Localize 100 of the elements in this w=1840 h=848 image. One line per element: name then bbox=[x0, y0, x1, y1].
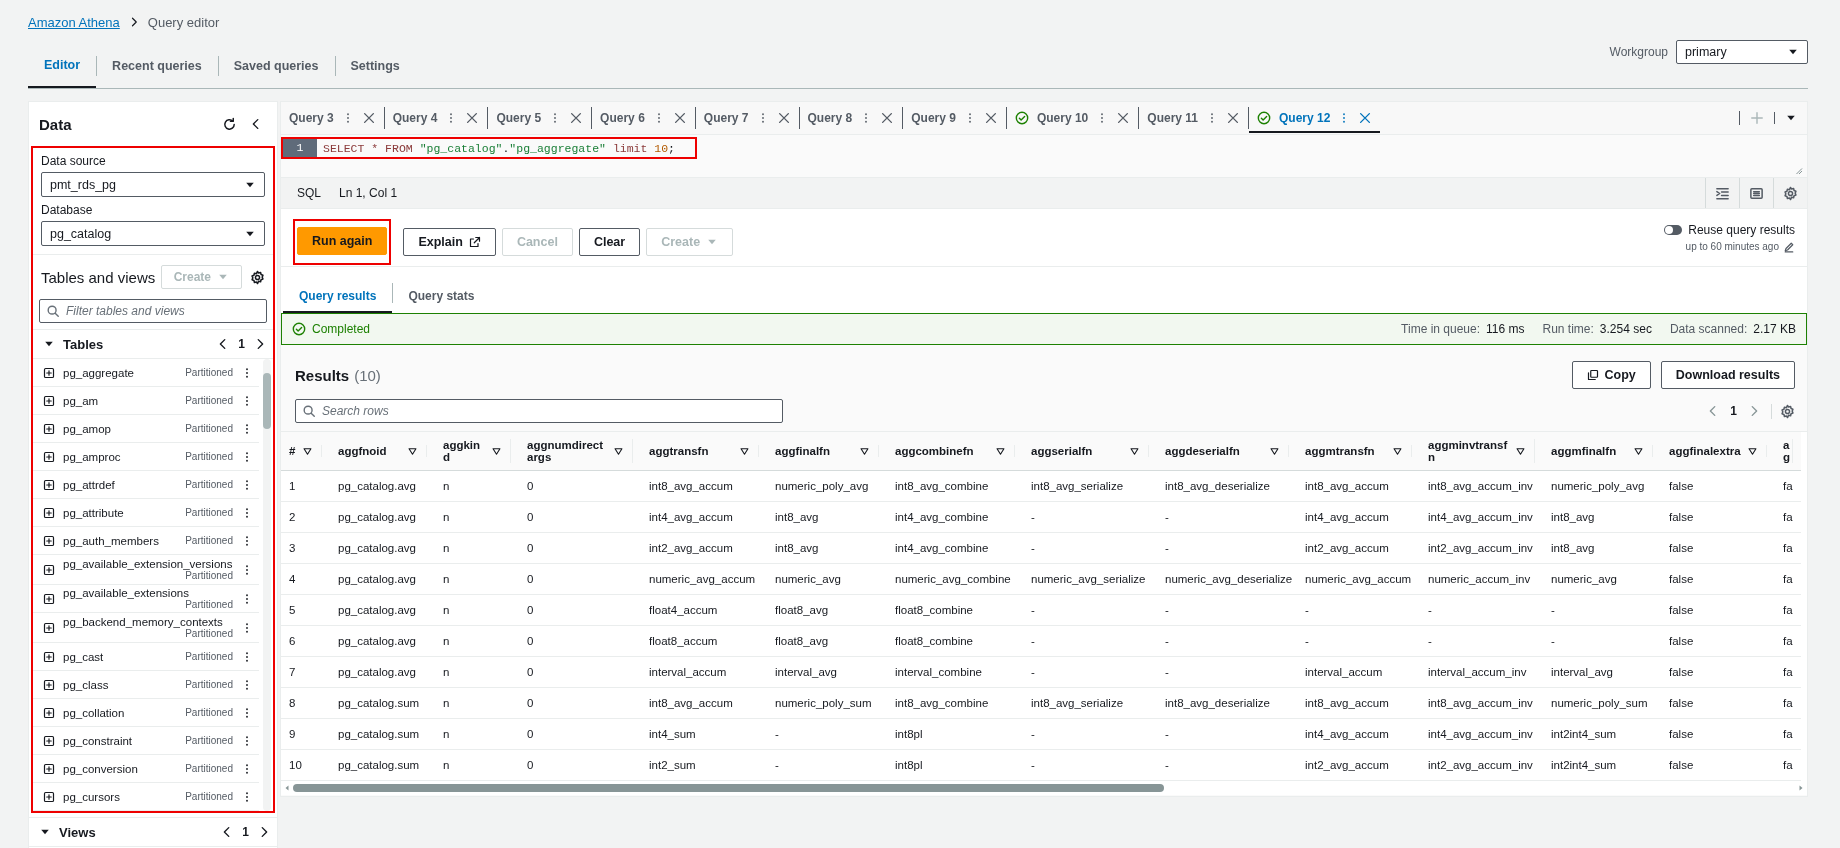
expand-icon[interactable] bbox=[43, 506, 55, 519]
workgroup-select[interactable]: primary bbox=[1676, 40, 1808, 64]
page-tab[interactable]: Settings bbox=[334, 44, 416, 88]
filter-icon[interactable] bbox=[613, 445, 624, 457]
table-name[interactable]: pg_attribute bbox=[63, 506, 124, 519]
edit-icon[interactable] bbox=[1783, 240, 1795, 253]
table-name[interactable]: pg_constraint bbox=[63, 734, 133, 747]
expand-icon[interactable] bbox=[43, 734, 55, 747]
keyboard-icon[interactable] bbox=[1749, 185, 1764, 201]
close-icon[interactable] bbox=[1358, 111, 1373, 125]
close-icon[interactable] bbox=[880, 111, 895, 125]
table-name[interactable]: pg_attrdef bbox=[63, 478, 115, 491]
copy-button[interactable]: Copy bbox=[1571, 361, 1651, 389]
query-tab[interactable]: Query 8 bbox=[799, 107, 904, 129]
table-name[interactable]: pg_backend_memory_contexts bbox=[63, 616, 223, 628]
page-tab[interactable]: Saved queries bbox=[217, 44, 335, 88]
column-header[interactable]: aggcombinefn bbox=[895, 445, 974, 457]
query-tab[interactable]: Query 9 bbox=[903, 107, 1007, 129]
expand-icon[interactable] bbox=[43, 366, 55, 379]
indent-icon[interactable] bbox=[1715, 185, 1730, 201]
column-header[interactable]: aggserialfn bbox=[1031, 445, 1093, 457]
table-name[interactable]: pg_class bbox=[63, 678, 109, 691]
query-tab[interactable]: Query 4 bbox=[384, 107, 489, 129]
close-icon[interactable] bbox=[1116, 111, 1131, 125]
column-header[interactable]: aggdeserialfn bbox=[1165, 445, 1240, 457]
close-icon[interactable] bbox=[672, 111, 687, 125]
settings-icon[interactable] bbox=[1780, 403, 1795, 419]
expand-icon[interactable] bbox=[43, 790, 55, 803]
table-name[interactable]: pg_cast bbox=[63, 650, 104, 663]
column-header[interactable]: aggfinalfn bbox=[775, 445, 830, 457]
filter-icon[interactable] bbox=[995, 445, 1006, 457]
expand-icon[interactable] bbox=[43, 678, 55, 691]
query-tab[interactable]: Query 7 bbox=[695, 107, 800, 129]
close-icon[interactable] bbox=[361, 111, 376, 125]
table-name[interactable]: pg_cursors bbox=[63, 790, 120, 803]
scrollbar[interactable] bbox=[263, 359, 271, 811]
filter-icon[interactable] bbox=[1515, 445, 1526, 457]
table-name[interactable]: pg_available_extension_versions bbox=[63, 558, 233, 570]
expand-icon[interactable] bbox=[43, 621, 55, 634]
filter-icon[interactable] bbox=[859, 445, 870, 457]
download-button[interactable]: Download results bbox=[1660, 361, 1795, 389]
code-editor[interactable]: 1 SELECT * FROM "pg_catalog"."pg_aggregate" limit 10; bbox=[281, 135, 1807, 178]
close-icon[interactable] bbox=[983, 111, 998, 125]
settings-icon[interactable] bbox=[250, 269, 265, 285]
run-button[interactable]: Run again bbox=[297, 226, 388, 255]
query-tab[interactable]: Query 12 bbox=[1249, 103, 1381, 133]
page-tab[interactable]: Recent queries bbox=[96, 44, 218, 88]
expand-icon[interactable] bbox=[43, 450, 55, 463]
data-source-select[interactable]: pmt_rds_pg bbox=[41, 172, 265, 197]
table-name[interactable]: pg_am bbox=[63, 394, 99, 407]
expand-icon[interactable] bbox=[43, 394, 55, 407]
query-tab[interactable]: Query 10 bbox=[1006, 107, 1140, 129]
filter-icon[interactable] bbox=[491, 445, 502, 457]
action-button[interactable]: Clear bbox=[578, 227, 641, 256]
breadcrumb-link[interactable]: Amazon Athena bbox=[28, 14, 120, 30]
column-header[interactable]: aggmtransfn bbox=[1305, 445, 1375, 457]
filter-icon[interactable] bbox=[1269, 445, 1280, 457]
column-header[interactable]: ag bbox=[1783, 439, 1790, 463]
table-name[interactable]: pg_collation bbox=[63, 706, 125, 719]
column-header[interactable]: aggfinalextra bbox=[1669, 445, 1741, 457]
filter-icon[interactable] bbox=[1129, 445, 1140, 457]
column-header[interactable]: aggmfinalfn bbox=[1551, 445, 1617, 457]
search-field[interactable]: Search rows bbox=[295, 399, 783, 423]
expand-icon[interactable] bbox=[43, 534, 55, 547]
database-select[interactable]: pg_catalog bbox=[41, 221, 265, 246]
filter-icon[interactable] bbox=[1633, 445, 1644, 457]
table-name[interactable]: pg_available_extensions bbox=[63, 587, 189, 599]
views-header[interactable]: Views 1 bbox=[29, 817, 277, 847]
refresh-icon[interactable] bbox=[222, 116, 237, 132]
filter-icon[interactable] bbox=[1392, 445, 1403, 457]
expand-icon[interactable] bbox=[43, 422, 55, 435]
filter-icon[interactable] bbox=[739, 445, 750, 457]
table-name[interactable]: pg_amop bbox=[63, 422, 111, 435]
filter-icon[interactable] bbox=[302, 445, 313, 457]
column-header[interactable]: aggtransfn bbox=[649, 445, 709, 457]
table-name[interactable]: pg_auth_members bbox=[63, 534, 159, 547]
expand-icon[interactable] bbox=[43, 592, 55, 605]
query-tab[interactable]: Query 3 bbox=[281, 107, 385, 129]
expand-icon[interactable] bbox=[43, 762, 55, 775]
table-name[interactable]: pg_amproc bbox=[63, 450, 121, 463]
filter-icon[interactable] bbox=[407, 445, 418, 457]
expand-icon[interactable] bbox=[43, 706, 55, 719]
tables-header[interactable]: Tables 1 bbox=[33, 329, 273, 359]
column-header[interactable]: # bbox=[289, 445, 296, 457]
results-tab[interactable]: Query results bbox=[283, 279, 393, 313]
close-icon[interactable] bbox=[465, 111, 480, 125]
filter-icon[interactable] bbox=[1747, 445, 1758, 457]
query-tab[interactable]: Query 11 bbox=[1139, 107, 1249, 129]
page-tab[interactable]: Editor bbox=[28, 44, 97, 88]
expand-icon[interactable] bbox=[43, 563, 55, 576]
query-tab[interactable]: Query 6 bbox=[592, 107, 696, 129]
table-name[interactable]: pg_aggregate bbox=[63, 366, 134, 379]
results-tab[interactable]: Query stats bbox=[392, 279, 491, 313]
expand-icon[interactable] bbox=[43, 650, 55, 663]
action-button[interactable]: Explain bbox=[403, 227, 496, 256]
column-header[interactable]: aggfnoid bbox=[338, 445, 387, 457]
expand-icon[interactable] bbox=[43, 478, 55, 491]
close-icon[interactable] bbox=[569, 111, 584, 125]
reuse-toggle[interactable] bbox=[1664, 224, 1683, 235]
settings-icon[interactable] bbox=[1783, 185, 1798, 201]
